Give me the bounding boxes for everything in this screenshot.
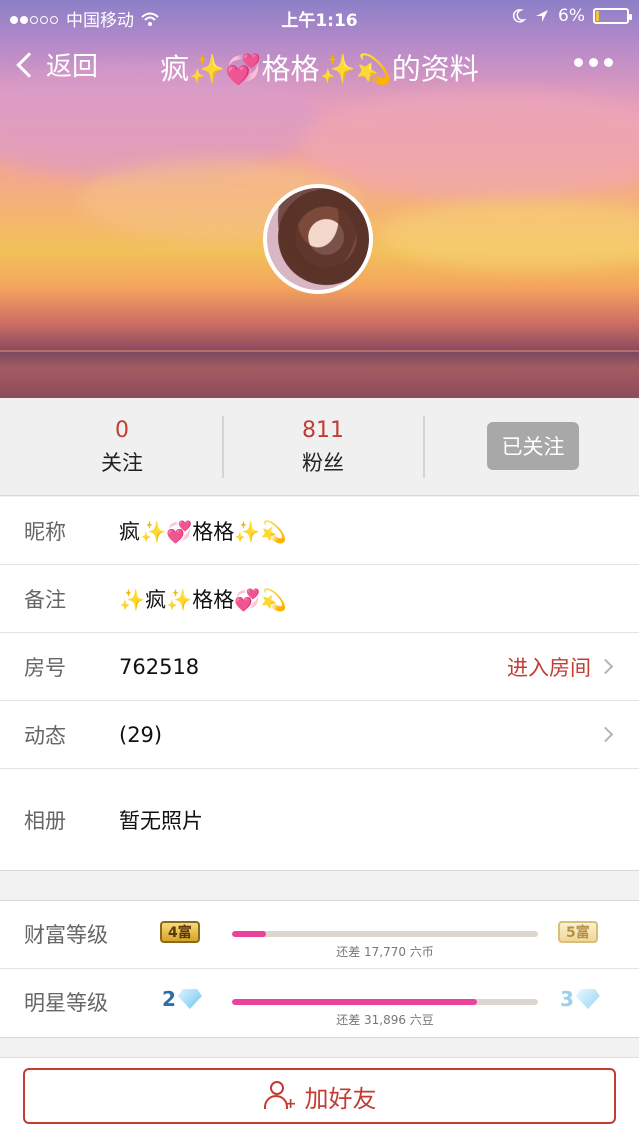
- wealth-key: 财富等级: [24, 923, 108, 947]
- page-title: 疯✨💞格格✨💫的资料: [160, 52, 479, 86]
- following-count: 0: [115, 418, 129, 443]
- wealth-current-badge: 4富: [160, 921, 200, 943]
- star-progress-fill: [232, 999, 477, 1005]
- nav-bar: 返回 疯✨💞格格✨💫的资料: [0, 36, 639, 96]
- remark-key: 备注: [24, 587, 66, 612]
- room-value: 762518: [119, 654, 200, 679]
- wealth-progress-bar: [232, 931, 538, 937]
- following-label: 关注: [101, 451, 143, 475]
- diamond-icon: [575, 989, 600, 1009]
- remark-row[interactable]: 备注 ✨疯✨格格💞💫: [0, 565, 639, 633]
- star-note: 还差 31,896 六豆: [336, 1013, 434, 1027]
- more-options-icon[interactable]: [574, 58, 613, 67]
- fans-stat[interactable]: 811 粉丝: [223, 418, 423, 477]
- chevron-right-icon: [597, 726, 614, 743]
- star-current-level: 2: [162, 987, 202, 1011]
- add-person-icon: +: [263, 1081, 297, 1111]
- battery-percent: 6%: [558, 6, 585, 26]
- diamond-icon: [177, 989, 202, 1009]
- wealth-level-row: 财富等级 4富 还差 17,770 六币 5富: [0, 901, 639, 969]
- album-key: 相册: [24, 808, 66, 833]
- wealth-note: 还差 17,770 六币: [336, 945, 434, 959]
- star-next-number: 3: [560, 987, 574, 1011]
- wealth-progress-fill: [232, 931, 266, 937]
- bottom-bar: + 加好友: [0, 1057, 639, 1134]
- cloud-shape: [380, 200, 639, 270]
- feed-value: (29): [119, 722, 163, 747]
- cloud-shape: [300, 90, 639, 200]
- fans-label: 粉丝: [302, 451, 344, 475]
- star-progress-bar: [232, 999, 538, 1005]
- chevron-right-icon: [597, 658, 614, 675]
- star-level-row: 明星等级 2 还差 31,896 六豆 3: [0, 969, 639, 1037]
- stats-bar: 0 关注 811 粉丝 已关注: [0, 398, 639, 496]
- star-next-level: 3: [560, 987, 600, 1011]
- followed-button[interactable]: 已关注: [487, 422, 579, 470]
- star-key: 明星等级: [24, 991, 108, 1015]
- star-current-number: 2: [162, 987, 176, 1011]
- fans-count: 811: [302, 418, 344, 443]
- battery-icon: [593, 8, 632, 24]
- album-row[interactable]: 相册 暂无照片: [0, 769, 639, 871]
- nickname-key: 昵称: [24, 519, 66, 544]
- add-friend-label: 加好友: [304, 1084, 377, 1113]
- avatar[interactable]: [263, 184, 373, 294]
- feed-key: 动态: [24, 723, 66, 748]
- location-arrow-icon: [536, 10, 549, 22]
- moon-icon: [512, 9, 527, 23]
- nickname-row: 昵称 疯✨💞格格✨💫: [0, 497, 639, 565]
- room-row[interactable]: 房号 762518 进入房间: [0, 633, 639, 701]
- add-friend-button[interactable]: + 加好友: [23, 1068, 616, 1124]
- enter-room-link[interactable]: 进入房间: [507, 652, 591, 682]
- wealth-next-badge: 5富: [558, 921, 598, 943]
- following-stat[interactable]: 0 关注: [22, 418, 222, 477]
- remark-value: ✨疯✨格格💞💫: [119, 587, 287, 612]
- level-section: 财富等级 4富 还差 17,770 六币 5富 明星等级 2 还差 31,896…: [0, 900, 639, 1038]
- divider: [423, 416, 425, 478]
- album-value: 暂无照片: [119, 808, 203, 833]
- status-bar: 中国移动 上午1:16 6%: [0, 0, 639, 34]
- nickname-value: 疯✨💞格格✨💫: [119, 519, 287, 544]
- profile-info-list: 昵称 疯✨💞格格✨💫 备注 ✨疯✨格格💞💫 房号 762518 进入房间 动态 …: [0, 497, 639, 871]
- feed-row[interactable]: 动态 (29): [0, 701, 639, 769]
- sea-surface: [0, 352, 639, 398]
- room-key: 房号: [24, 655, 66, 680]
